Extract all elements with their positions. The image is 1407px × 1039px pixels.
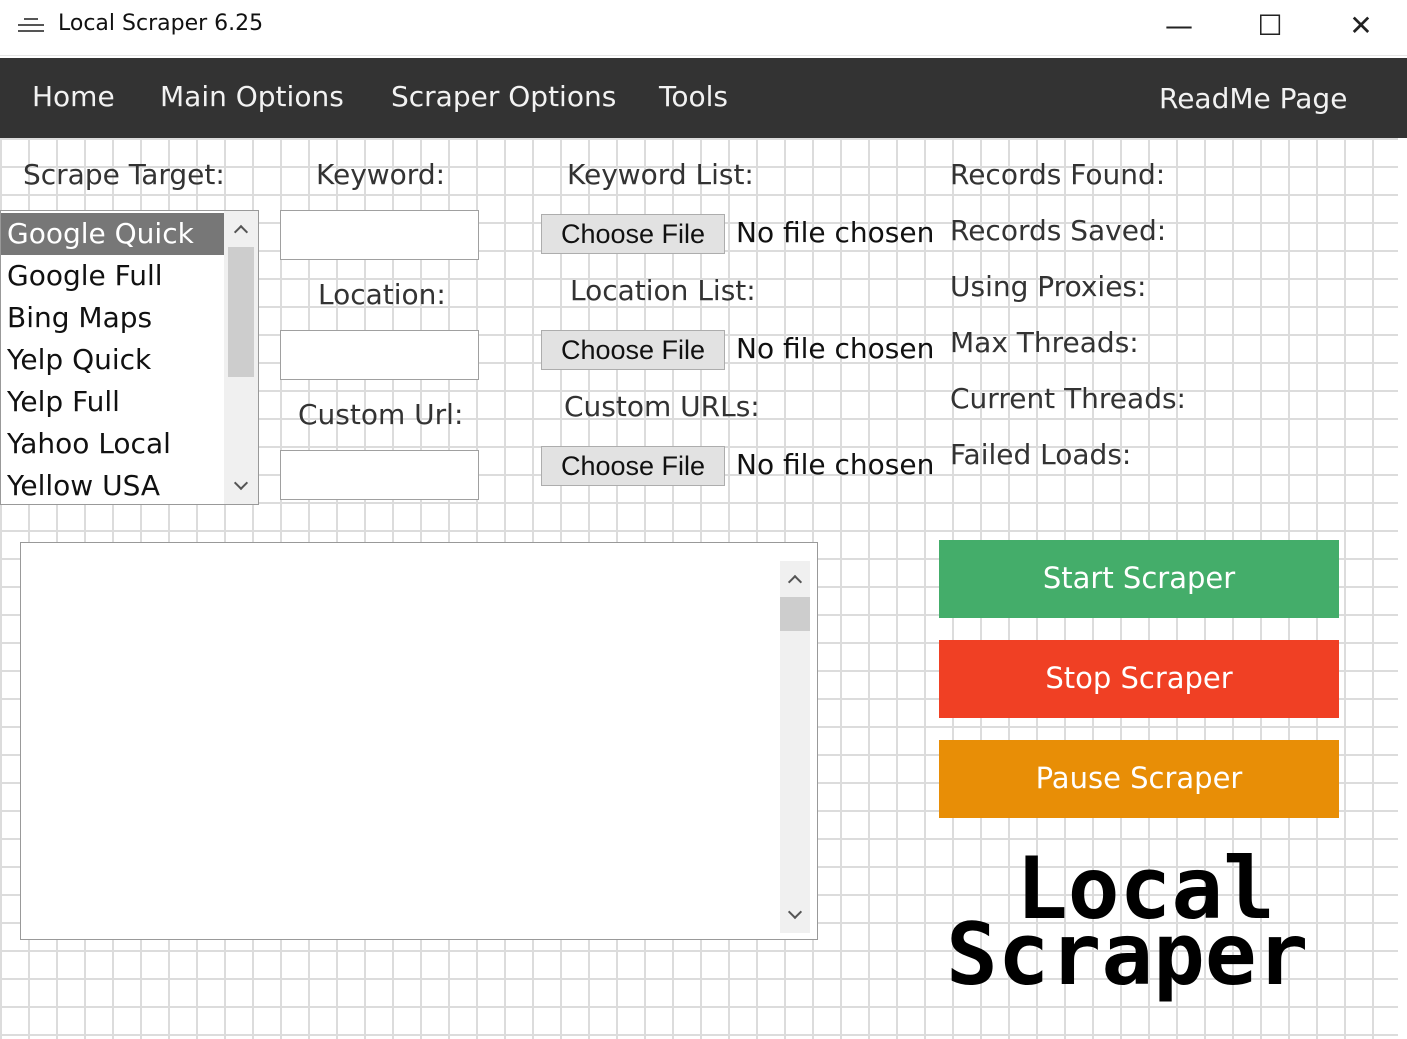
custom-urls-label: Custom URLs:: [564, 390, 760, 423]
close-button[interactable]: ✕: [1315, 0, 1407, 50]
records-saved-label: Records Saved:: [950, 214, 1167, 247]
stop-scraper-button[interactable]: Stop Scraper: [939, 640, 1339, 718]
location-label: Location:: [318, 278, 446, 311]
scrape-target-label: Scrape Target:: [23, 158, 225, 191]
keyword-list-file-status: No file chosen: [736, 216, 935, 249]
list-item-yelp-quick[interactable]: Yelp Quick: [1, 339, 224, 381]
app-icon: [18, 17, 44, 35]
list-item-google-quick[interactable]: Google Quick: [1, 213, 224, 255]
custom-urls-file-status: No file chosen: [736, 448, 935, 481]
nav-tools[interactable]: Tools: [659, 80, 728, 113]
keyword-list-label: Keyword List:: [567, 158, 754, 191]
log-scrollbar[interactable]: [780, 561, 810, 933]
main-content: Scrape Target: Google Quick Google Full …: [0, 138, 1407, 1039]
scrape-target-listbox[interactable]: Google Quick Google Full Bing Maps Yelp …: [0, 210, 259, 505]
scroll-down-icon[interactable]: [224, 470, 258, 502]
keyword-input[interactable]: [280, 210, 479, 260]
max-threads-label: Max Threads:: [950, 326, 1139, 359]
list-item-yelp-full[interactable]: Yelp Full: [1, 381, 224, 423]
pause-scraper-button[interactable]: Pause Scraper: [939, 740, 1339, 818]
nav-scraper-options[interactable]: Scraper Options: [391, 80, 616, 113]
list-item-yahoo-local[interactable]: Yahoo Local: [1, 423, 224, 465]
location-list-choose-file-button[interactable]: Choose File: [541, 330, 725, 370]
listbox-scrollbar[interactable]: [224, 211, 258, 504]
location-list-file-status: No file chosen: [736, 332, 935, 365]
logo-line-2: Scraper: [946, 905, 1309, 1005]
log-textarea[interactable]: [20, 542, 818, 940]
failed-loads-label: Failed Loads:: [950, 438, 1132, 471]
nav-readme[interactable]: ReadMe Page: [1159, 82, 1347, 115]
local-scraper-logo: Local Scraper: [946, 838, 1346, 1018]
location-input[interactable]: [280, 330, 479, 380]
log-scroll-down-icon[interactable]: [780, 899, 810, 931]
custom-url-input[interactable]: [280, 450, 479, 500]
maximize-icon: ☐: [1257, 8, 1283, 42]
window-title: Local Scraper 6.25: [58, 11, 264, 36]
scroll-up-icon[interactable]: [224, 213, 258, 245]
maximize-button[interactable]: ☐: [1224, 0, 1316, 50]
start-scraper-button[interactable]: Start Scraper: [939, 540, 1339, 618]
location-list-label: Location List:: [570, 274, 756, 307]
keyword-label: Keyword:: [316, 158, 446, 191]
minimize-icon: —: [1165, 8, 1193, 42]
records-found-label: Records Found:: [950, 158, 1166, 191]
custom-url-label: Custom Url:: [298, 398, 464, 431]
using-proxies-label: Using Proxies:: [950, 270, 1147, 303]
log-scroll-up-icon[interactable]: [780, 563, 810, 595]
custom-urls-choose-file-button[interactable]: Choose File: [541, 446, 725, 486]
minimize-button[interactable]: —: [1133, 0, 1225, 50]
keyword-list-choose-file-button[interactable]: Choose File: [541, 214, 725, 254]
nav-main-options[interactable]: Main Options: [160, 80, 344, 113]
log-scrollbar-thumb[interactable]: [780, 597, 810, 631]
current-threads-label: Current Threads:: [950, 382, 1186, 415]
close-icon: ✕: [1349, 8, 1373, 42]
title-bar: Local Scraper 6.25 — ☐ ✕: [0, 0, 1407, 56]
nav-bar: Home Main Options Scraper Options Tools …: [0, 58, 1407, 138]
scrollbar-thumb[interactable]: [228, 247, 254, 377]
list-item-bing-maps[interactable]: Bing Maps: [1, 297, 224, 339]
list-item-google-full[interactable]: Google Full: [1, 255, 224, 297]
list-item-yellow-usa[interactable]: Yellow USA: [1, 465, 224, 504]
nav-home[interactable]: Home: [32, 80, 115, 113]
